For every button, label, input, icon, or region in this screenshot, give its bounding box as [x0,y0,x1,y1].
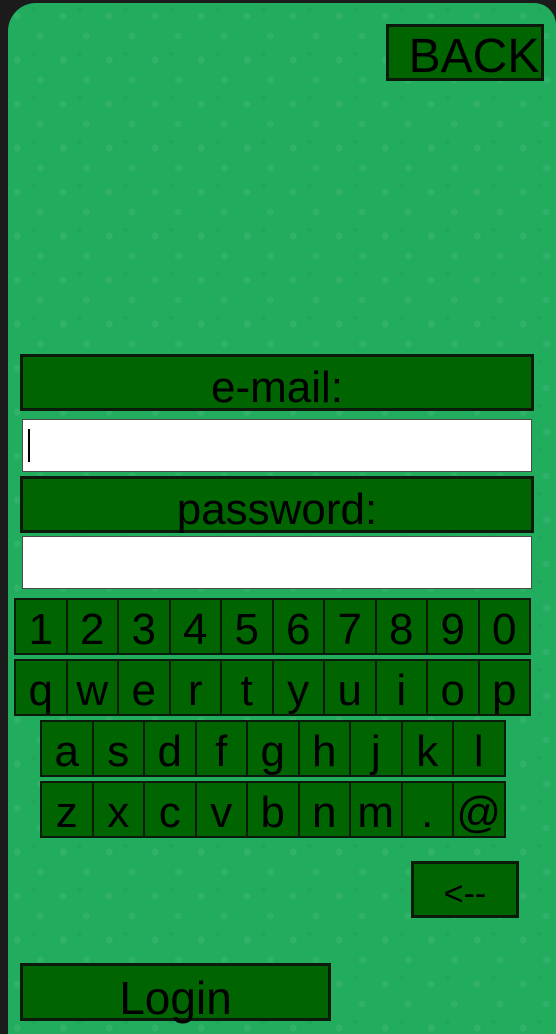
key-2[interactable]: 2 [65,598,119,655]
key-a[interactable]: a [40,720,94,777]
key-3[interactable]: 3 [117,598,171,655]
key-c[interactable]: c [143,781,197,838]
key-n[interactable]: n [297,781,351,838]
email-label: e-mail: [20,354,534,412]
key-m[interactable]: m [349,781,403,838]
key-t[interactable]: t [220,659,274,716]
key-u[interactable]: u [323,659,377,716]
key-k[interactable]: k [400,720,454,777]
keyboard-row-middle: a s d f g h j k l [40,720,506,777]
key-1[interactable]: 1 [14,598,68,655]
key-v[interactable]: v [194,781,248,838]
key-d[interactable]: d [143,720,197,777]
key-w[interactable]: w [65,659,119,716]
backspace-button[interactable]: <-- [411,861,519,918]
key-x[interactable]: x [91,781,145,838]
key-e[interactable]: e [117,659,171,716]
key-period[interactable]: . [400,781,454,838]
key-6[interactable]: 6 [271,598,325,655]
key-9[interactable]: 9 [426,598,480,655]
key-at[interactable]: @ [452,781,506,838]
key-p[interactable]: p [477,659,531,716]
key-4[interactable]: 4 [168,598,222,655]
back-button[interactable]: BACK [386,24,544,83]
text-cursor [28,429,30,462]
key-y[interactable]: y [271,659,325,716]
keyboard-row-bottom: z x c v b n m . @ [40,781,506,838]
key-8[interactable]: 8 [374,598,428,655]
key-g[interactable]: g [246,720,300,777]
password-label: password: [20,476,534,534]
key-l[interactable]: l [452,720,506,777]
key-7[interactable]: 7 [323,598,377,655]
key-i[interactable]: i [374,659,428,716]
key-h[interactable]: h [297,720,351,777]
key-o[interactable]: o [426,659,480,716]
key-q[interactable]: q [14,659,68,716]
key-r[interactable]: r [168,659,222,716]
login-button[interactable]: Login [20,963,331,1024]
key-0[interactable]: 0 [477,598,531,655]
key-s[interactable]: s [91,720,145,777]
password-field[interactable] [22,536,532,589]
key-b[interactable]: b [246,781,300,838]
email-field[interactable] [22,419,532,472]
key-j[interactable]: j [349,720,403,777]
key-5[interactable]: 5 [220,598,274,655]
key-f[interactable]: f [194,720,248,777]
login-screen: BACK e-mail: password: 1 2 3 4 5 6 7 8 9… [8,3,556,1034]
key-z[interactable]: z [40,781,94,838]
keyboard-row-digits: 1 2 3 4 5 6 7 8 9 0 [14,598,531,655]
keyboard-row-top: q w e r t y u i o p [14,659,531,716]
